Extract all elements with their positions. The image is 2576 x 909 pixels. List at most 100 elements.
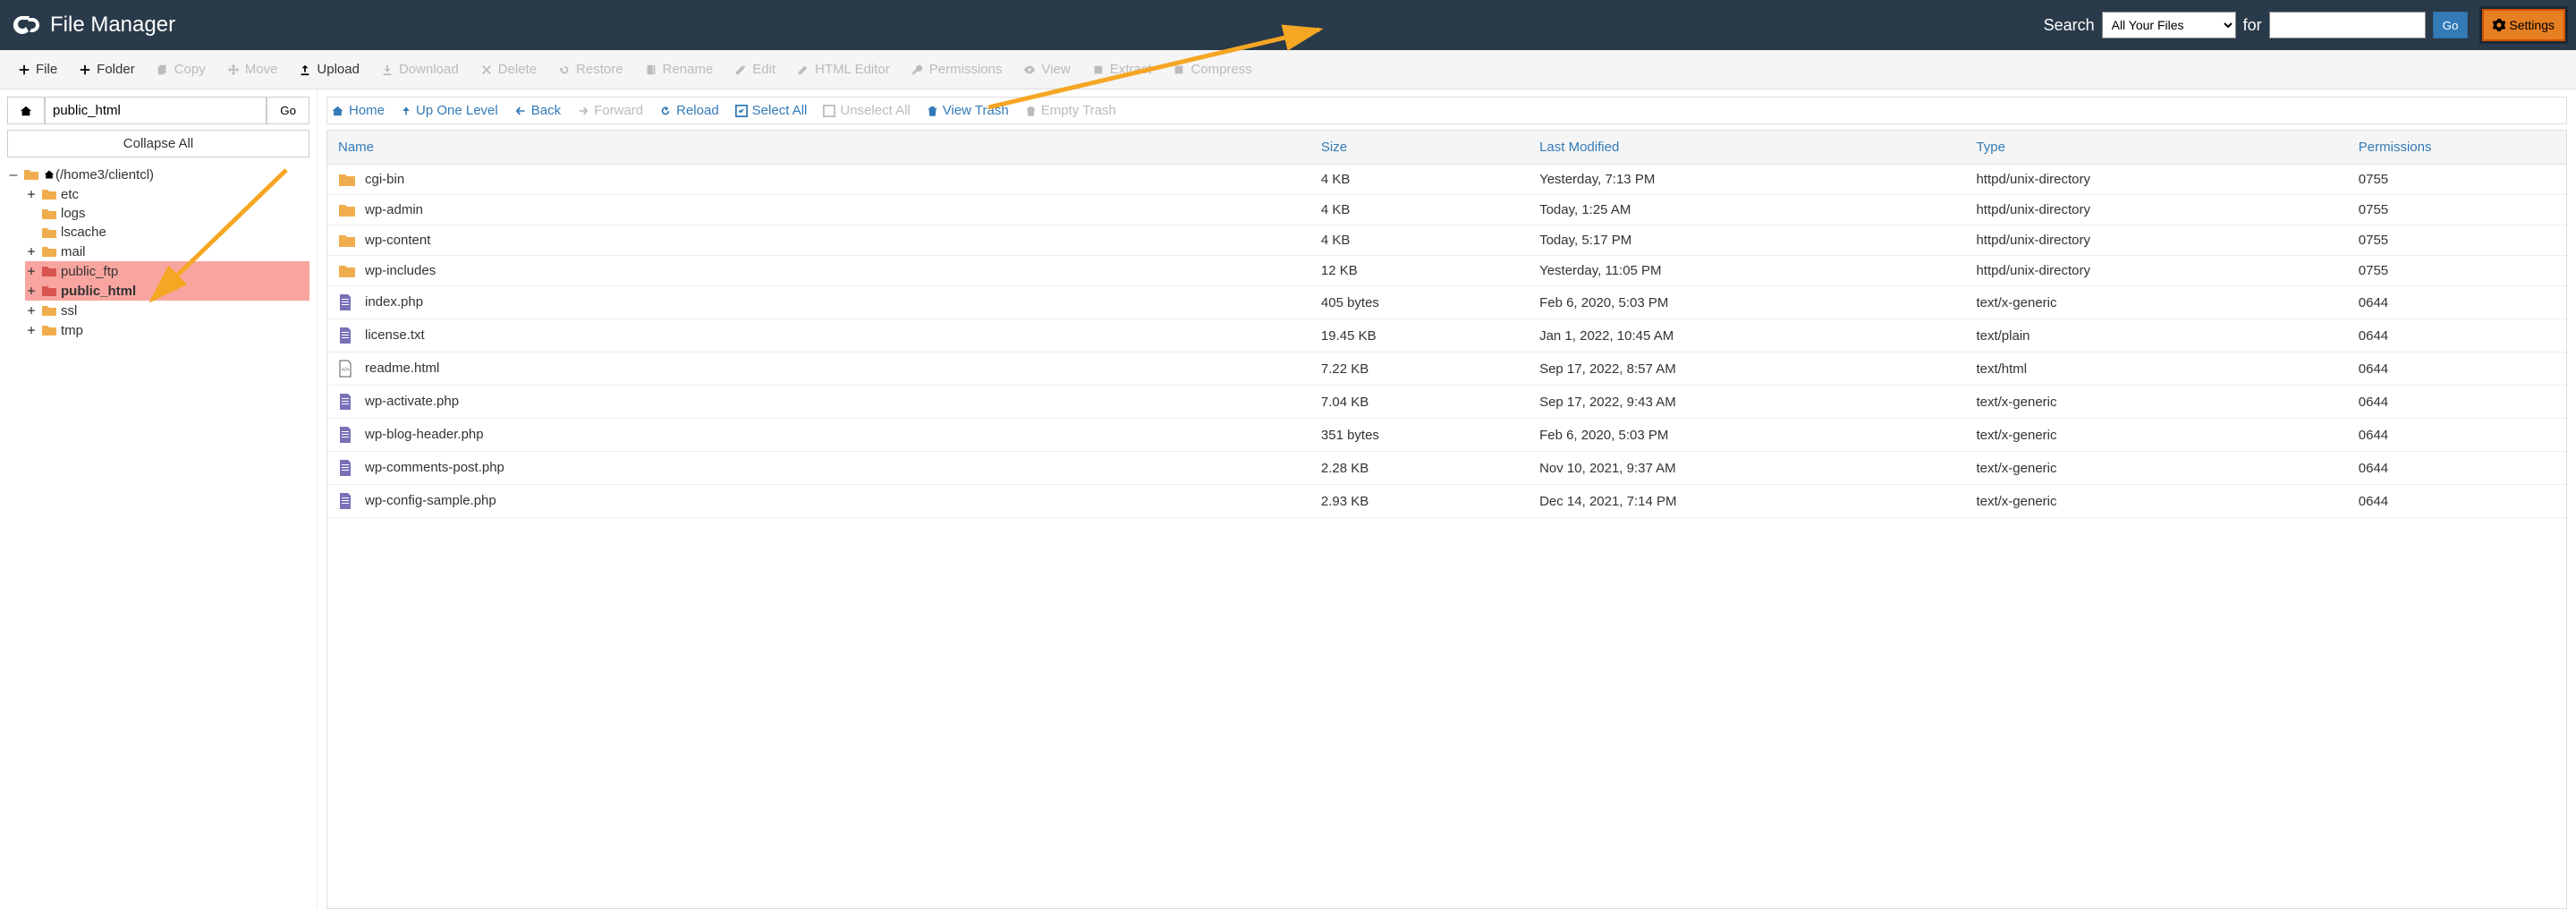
main-area: Go Collapse All – (/home3/clientcl) +etc… [0, 89, 2576, 909]
table-row[interactable]: wp-content4 KBToday, 5:17 PMhttpd/unix-d… [327, 225, 2566, 256]
collapse-all-button[interactable]: Collapse All [7, 130, 309, 157]
search-scope-select[interactable]: All Your Files [2102, 12, 2236, 38]
path-home-button[interactable] [7, 97, 45, 124]
file-permissions: 0644 [2348, 353, 2566, 386]
file-modified: Yesterday, 11:05 PM [1529, 256, 1965, 286]
tree-node-ssl[interactable]: +ssl [25, 301, 309, 320]
tree-node-mail[interactable]: +mail [25, 242, 309, 261]
table-row[interactable]: wp-includes12 KBYesterday, 11:05 PMhttpd… [327, 256, 2566, 286]
file-type: httpd/unix-directory [1965, 225, 2347, 256]
new-folder-button[interactable]: Folder [68, 55, 146, 84]
col-size[interactable]: Size [1310, 131, 1529, 165]
file-type: text/x-generic [1965, 286, 2347, 319]
table-row[interactable]: cgi-bin4 KBYesterday, 7:13 PMhttpd/unix-… [327, 165, 2566, 195]
tree-node-public-html[interactable]: +public_html [25, 281, 309, 301]
col-name[interactable]: Name [327, 131, 1310, 165]
folder-icon [41, 188, 57, 200]
html-editor-button[interactable]: HTML Editor [786, 55, 901, 84]
view-button[interactable]: View [1013, 55, 1080, 84]
compress-button[interactable]: Compress [1162, 55, 1262, 84]
search-input[interactable] [2269, 12, 2426, 38]
file-size: 19.45 KB [1310, 319, 1529, 353]
expand-icon[interactable]: + [25, 263, 38, 279]
empty-trash-button[interactable]: Empty Trash [1025, 103, 1116, 118]
tree-node-tmp[interactable]: +tmp [25, 320, 309, 340]
tree-root[interactable]: – (/home3/clientcl) [7, 165, 309, 184]
tree-node-lscache[interactable]: lscache [25, 223, 309, 242]
html-icon: </> [338, 360, 356, 378]
gear-icon [2493, 19, 2505, 31]
file-size: 7.04 KB [1310, 386, 1529, 419]
folder-icon [41, 208, 57, 220]
tree-node-public-ftp[interactable]: +public_ftp [25, 261, 309, 281]
expand-icon[interactable]: + [25, 243, 38, 259]
edit-button[interactable]: Edit [724, 55, 786, 84]
path-input[interactable] [45, 97, 267, 124]
table-row[interactable]: wp-activate.php7.04 KBSep 17, 2022, 9:43… [327, 386, 2566, 419]
settings-button[interactable]: Settings [2482, 9, 2565, 41]
file-size: 351 bytes [1310, 419, 1529, 452]
col-type[interactable]: Type [1965, 131, 2347, 165]
folder-icon [41, 285, 57, 297]
back-button[interactable]: Back [514, 103, 561, 118]
path-go-button[interactable]: Go [267, 97, 309, 124]
upload-button[interactable]: Upload [288, 55, 370, 84]
extract-button[interactable]: Extract [1081, 55, 1163, 84]
folder-tree: – (/home3/clientcl) +etc logs lscache +m… [7, 165, 309, 340]
file-type: text/x-generic [1965, 419, 2347, 452]
file-modified: Feb 6, 2020, 5:03 PM [1529, 419, 1965, 452]
up-one-level-button[interactable]: Up One Level [401, 103, 498, 118]
reload-button[interactable]: Reload [659, 103, 719, 118]
search-go-button[interactable]: Go [2433, 12, 2469, 38]
copy-button[interactable]: Copy [146, 55, 216, 84]
file-modified: Today, 1:25 AM [1529, 195, 1965, 225]
svg-text:</>: </> [342, 368, 350, 373]
file-name: wp-comments-post.php [365, 460, 504, 475]
file-permissions: 0644 [2348, 286, 2566, 319]
file-name: readme.html [365, 361, 439, 376]
nav-toolbar: Home Up One Level Back Forward Reload Se… [326, 97, 2567, 124]
file-permissions: 0644 [2348, 319, 2566, 353]
file-type: text/x-generic [1965, 452, 2347, 485]
delete-button[interactable]: Delete [470, 55, 547, 84]
select-all-button[interactable]: Select All [735, 103, 808, 118]
new-file-button[interactable]: File [7, 55, 68, 84]
expand-icon[interactable]: + [25, 322, 38, 338]
file-name: wp-content [365, 233, 430, 248]
file-modified: Jan 1, 2022, 10:45 AM [1529, 319, 1965, 353]
file-size: 4 KB [1310, 165, 1529, 195]
table-row[interactable]: license.txt19.45 KBJan 1, 2022, 10:45 AM… [327, 319, 2566, 353]
file-size: 405 bytes [1310, 286, 1529, 319]
move-button[interactable]: Move [216, 55, 289, 84]
folder-icon [338, 234, 356, 248]
file-type: text/x-generic [1965, 386, 2347, 419]
col-permissions[interactable]: Permissions [2348, 131, 2566, 165]
table-row[interactable]: wp-admin4 KBToday, 1:25 AMhttpd/unix-dir… [327, 195, 2566, 225]
tree-node-logs[interactable]: logs [25, 204, 309, 223]
forward-button[interactable]: Forward [577, 103, 643, 118]
home-button[interactable]: Home [331, 103, 385, 118]
table-row[interactable]: wp-blog-header.php351 bytesFeb 6, 2020, … [327, 419, 2566, 452]
expand-icon[interactable]: + [25, 302, 38, 319]
col-modified[interactable]: Last Modified [1529, 131, 1965, 165]
permissions-button[interactable]: Permissions [901, 55, 1013, 84]
view-trash-button[interactable]: View Trash [927, 103, 1009, 118]
table-row[interactable]: </>readme.html7.22 KBSep 17, 2022, 8:57 … [327, 353, 2566, 386]
restore-button[interactable]: Restore [547, 55, 634, 84]
file-icon [338, 426, 356, 444]
expand-icon[interactable]: + [25, 186, 38, 202]
collapse-icon[interactable]: – [7, 166, 20, 183]
table-row[interactable]: wp-comments-post.php2.28 KBNov 10, 2021,… [327, 452, 2566, 485]
table-row[interactable]: index.php405 bytesFeb 6, 2020, 5:03 PMte… [327, 286, 2566, 319]
tree-node-etc[interactable]: +etc [25, 184, 309, 204]
folder-icon [41, 245, 57, 258]
download-button[interactable]: Download [370, 55, 470, 84]
rename-button[interactable]: Rename [634, 55, 724, 84]
expand-icon[interactable]: + [25, 283, 38, 299]
main-toolbar: File Folder Copy Move Upload Download De… [0, 50, 2576, 89]
unselect-all-button[interactable]: Unselect All [823, 103, 910, 118]
sidebar: Go Collapse All – (/home3/clientcl) +etc… [0, 89, 318, 909]
app-title: File Manager [50, 13, 175, 38]
table-row[interactable]: wp-config-sample.php2.93 KBDec 14, 2021,… [327, 485, 2566, 518]
folder-icon [41, 226, 57, 239]
